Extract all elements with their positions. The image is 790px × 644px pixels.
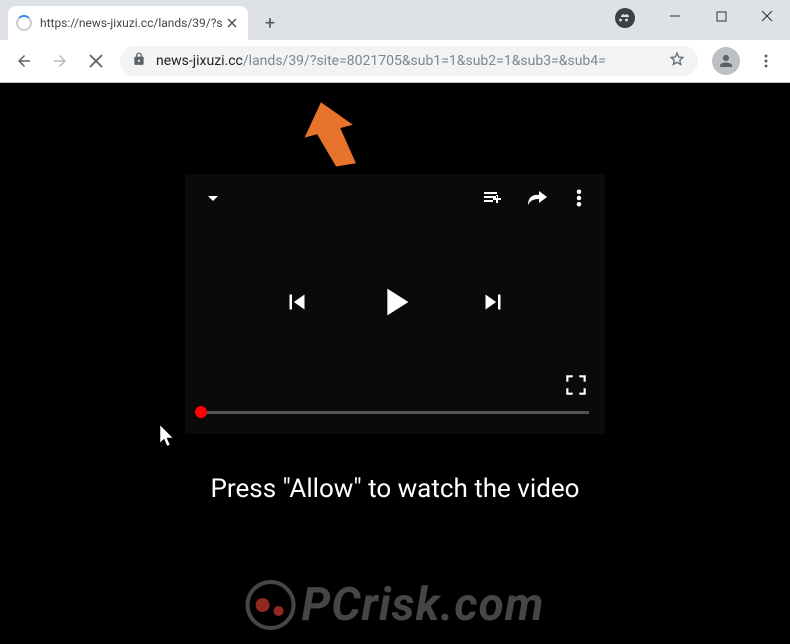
loading-spinner-icon [16,15,32,31]
url-text: news-jixuzi.cc/lands/39/?site=8021705&su… [156,53,668,69]
window-controls [652,0,790,32]
stop-reload-button[interactable] [80,45,112,77]
more-vert-icon[interactable] [569,188,589,212]
queue-add-icon[interactable] [481,186,505,214]
back-button[interactable] [8,45,40,77]
menu-button[interactable] [750,45,782,77]
titlebar: https://news-jixuzi.cc/lands/39/?s + [0,0,790,40]
progress-handle[interactable] [195,406,207,418]
incognito-icon [615,8,635,28]
minimize-button[interactable] [652,0,698,32]
skip-next-icon[interactable] [478,287,508,321]
player-center-controls [282,279,508,329]
page-content: Press "Allow" to watch the video PCrisk.… [0,83,790,644]
chevron-down-icon[interactable] [201,186,225,214]
address-bar[interactable]: news-jixuzi.cc/lands/39/?site=8021705&su… [120,46,698,76]
player-top-right [481,186,589,214]
annotation-arrow-icon [300,101,360,175]
url-path: /lands/39/?site=8021705&sub1=1&sub2=1&su… [243,53,606,69]
play-icon[interactable] [372,279,418,329]
browser-tab[interactable]: https://news-jixuzi.cc/lands/39/?s [8,6,248,40]
share-icon[interactable] [525,186,549,214]
watermark-text: PCrisk.com [302,578,545,632]
new-tab-button[interactable]: + [256,9,284,37]
maximize-button[interactable] [698,0,744,32]
bookmark-star-icon[interactable] [668,50,686,72]
browser-chrome: https://news-jixuzi.cc/lands/39/?s + [0,0,790,83]
player-top-controls [185,186,605,214]
close-window-button[interactable] [744,0,790,32]
forward-button[interactable] [44,45,76,77]
skip-previous-icon[interactable] [282,287,312,321]
toolbar: news-jixuzi.cc/lands/39/?site=8021705&su… [0,40,790,82]
progress-bar[interactable] [201,411,589,414]
url-domain: news-jixuzi.cc [156,53,243,69]
player-bottom [185,411,605,422]
tab-title: https://news-jixuzi.cc/lands/39/?s [40,16,224,30]
video-player [185,174,605,434]
instruction-text: Press "Allow" to watch the video [211,474,580,504]
lock-icon [132,52,146,70]
watermark-logo-icon [246,580,296,630]
cursor-pointer-icon [160,425,178,453]
profile-button[interactable] [712,47,740,75]
fullscreen-icon[interactable] [563,372,589,402]
tab-close-button[interactable] [224,15,240,31]
watermark: PCrisk.com [246,578,545,632]
